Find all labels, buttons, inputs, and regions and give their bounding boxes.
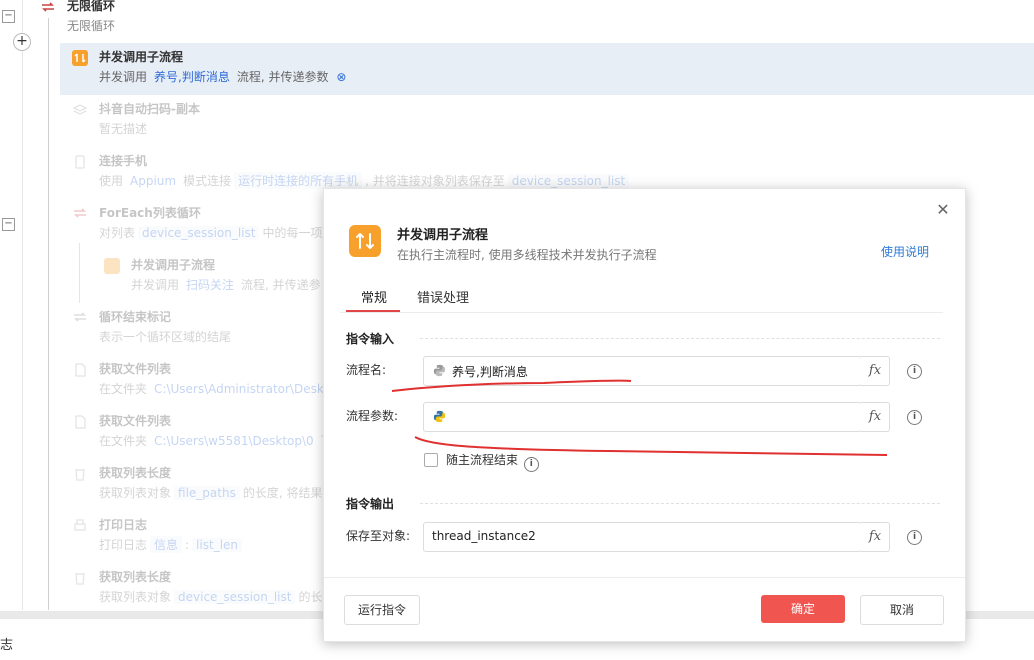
tree-guide-line <box>48 18 49 610</box>
confirm-button[interactable]: 确定 <box>761 595 845 623</box>
info-icon[interactable]: i <box>907 530 922 545</box>
step-desc: 打印日志 信息: list_len <box>99 536 245 553</box>
loop-icon <box>40 0 56 17</box>
save-to-field[interactable]: thread_instance2 <box>423 522 862 552</box>
gutter-divider <box>22 0 23 610</box>
step-desc: 获取列表对象 device_session_list 的长度 <box>99 590 335 604</box>
add-step-icon[interactable]: + <box>13 33 31 51</box>
flow-step-concurrent[interactable]: 并发调用子流程 并发调用 养号,判断消息 流程, 并传递参数 ⊗ <box>60 43 1034 95</box>
output-section-title: 指令输出 <box>346 497 395 511</box>
step-title: 连接手机 <box>99 154 148 168</box>
command-dialog: 并发调用子流程 在执行主流程时, 使用多线程技术并发执行子流程 使用说明 ✕ 常… <box>323 188 966 642</box>
layers-icon <box>72 102 88 118</box>
link-icon[interactable]: ⊗ <box>336 70 346 84</box>
step-desc: 获取列表对象 file_paths 的长度, 将结果 <box>99 486 323 500</box>
red-annotation-underline <box>391 379 632 392</box>
step-title: ForEach列表循环 <box>99 206 201 220</box>
subflow-icon <box>72 50 88 66</box>
input-section-title: 指令输入 <box>346 332 395 346</box>
step-desc: 对列表 device_session_list 中的每一项进 <box>99 226 335 240</box>
step-desc: 表示一个循环区域的结尾 <box>99 330 232 344</box>
tab-divider <box>340 312 943 313</box>
step-title: 获取文件列表 <box>99 414 172 428</box>
phone-icon <box>72 154 88 170</box>
flow-params-field[interactable] <box>423 402 862 432</box>
log-panel-title: 志 <box>0 638 14 653</box>
loop-desc: 无限循环 <box>67 19 116 33</box>
step-chip-flow: 养号,判断消息 <box>154 70 230 84</box>
footer-divider <box>324 577 965 578</box>
end-with-main-checkbox[interactable] <box>424 453 438 467</box>
subflow-icon <box>104 258 120 274</box>
step-title: 并发调用子流程 <box>131 258 216 272</box>
trash-icon <box>72 570 88 586</box>
step-desc: 并发调用 扫码关注 流程, 并传递参 <box>131 278 321 292</box>
flow-name-label: 流程名: <box>346 363 387 377</box>
collapse-toggle[interactable]: − <box>2 10 15 23</box>
nested-guide-line <box>79 243 80 303</box>
trash-icon <box>72 466 88 482</box>
info-icon[interactable]: i <box>907 364 922 379</box>
collapse-toggle-2[interactable]: − <box>2 218 15 231</box>
step-title: 抖音自动扫码-副本 <box>99 102 200 116</box>
dialog-subtitle: 在执行主流程时, 使用多线程技术并发执行子流程 <box>397 248 657 262</box>
dialog-title: 并发调用子流程 <box>397 228 489 243</box>
fx-button-save-to[interactable]: fx <box>861 522 890 552</box>
step-title: 获取文件列表 <box>99 362 172 376</box>
fx-button-flow-name[interactable]: fx <box>861 356 890 386</box>
python-icon <box>433 410 446 423</box>
file-icon <box>72 414 88 430</box>
fx-button-flow-params[interactable]: fx <box>861 402 890 432</box>
step-desc: 使用 Appium 模式连接 运行时连接的所有手机, 并将连接对象列表保存至 devic… <box>99 172 632 189</box>
info-icon[interactable]: i <box>523 457 539 472</box>
end-with-main-label: 随主流程结束 i <box>446 451 539 472</box>
step-title: 循环结束标记 <box>99 310 172 324</box>
close-icon[interactable]: ✕ <box>935 202 951 218</box>
tab-general[interactable]: 常规 <box>361 287 387 306</box>
loop-end-icon <box>72 310 88 326</box>
printer-icon <box>72 518 88 534</box>
help-link[interactable]: 使用说明 <box>881 243 929 260</box>
info-icon[interactable]: i <box>907 410 922 425</box>
step-title: 获取列表长度 <box>99 466 172 480</box>
section-divider <box>420 503 940 505</box>
section-divider <box>420 338 940 340</box>
loop-icon <box>72 206 88 222</box>
tab-error-handling[interactable]: 错误处理 <box>417 287 469 306</box>
cancel-button[interactable]: 取消 <box>860 595 944 625</box>
flow-step-1[interactable]: 抖音自动扫码-副本 暂无描述 <box>60 95 1034 147</box>
step-desc: 在文件夹 C:\Users\Administrator\Deskt <box>99 382 329 396</box>
flow-params-label: 流程参数: <box>346 409 399 423</box>
file-icon <box>72 362 88 378</box>
step-desc: 在文件夹C:\Users\w5581\Desktop\0下 <box>99 434 333 448</box>
step-desc: 并发调用 养号,判断消息 流程, 并传递参数 ⊗ <box>99 70 347 84</box>
step-title: 打印日志 <box>99 518 148 532</box>
step-title: 获取列表长度 <box>99 570 172 584</box>
step-desc: 暂无描述 <box>99 122 148 136</box>
loop-title: 无限循环 <box>67 0 116 13</box>
save-to-value: thread_instance2 <box>432 529 536 543</box>
run-command-button[interactable]: 运行指令 <box>344 595 420 625</box>
step-title: 并发调用子流程 <box>99 50 184 64</box>
python-icon <box>433 364 446 377</box>
save-to-label: 保存至对象: <box>346 529 411 543</box>
subflow-icon <box>349 225 381 257</box>
